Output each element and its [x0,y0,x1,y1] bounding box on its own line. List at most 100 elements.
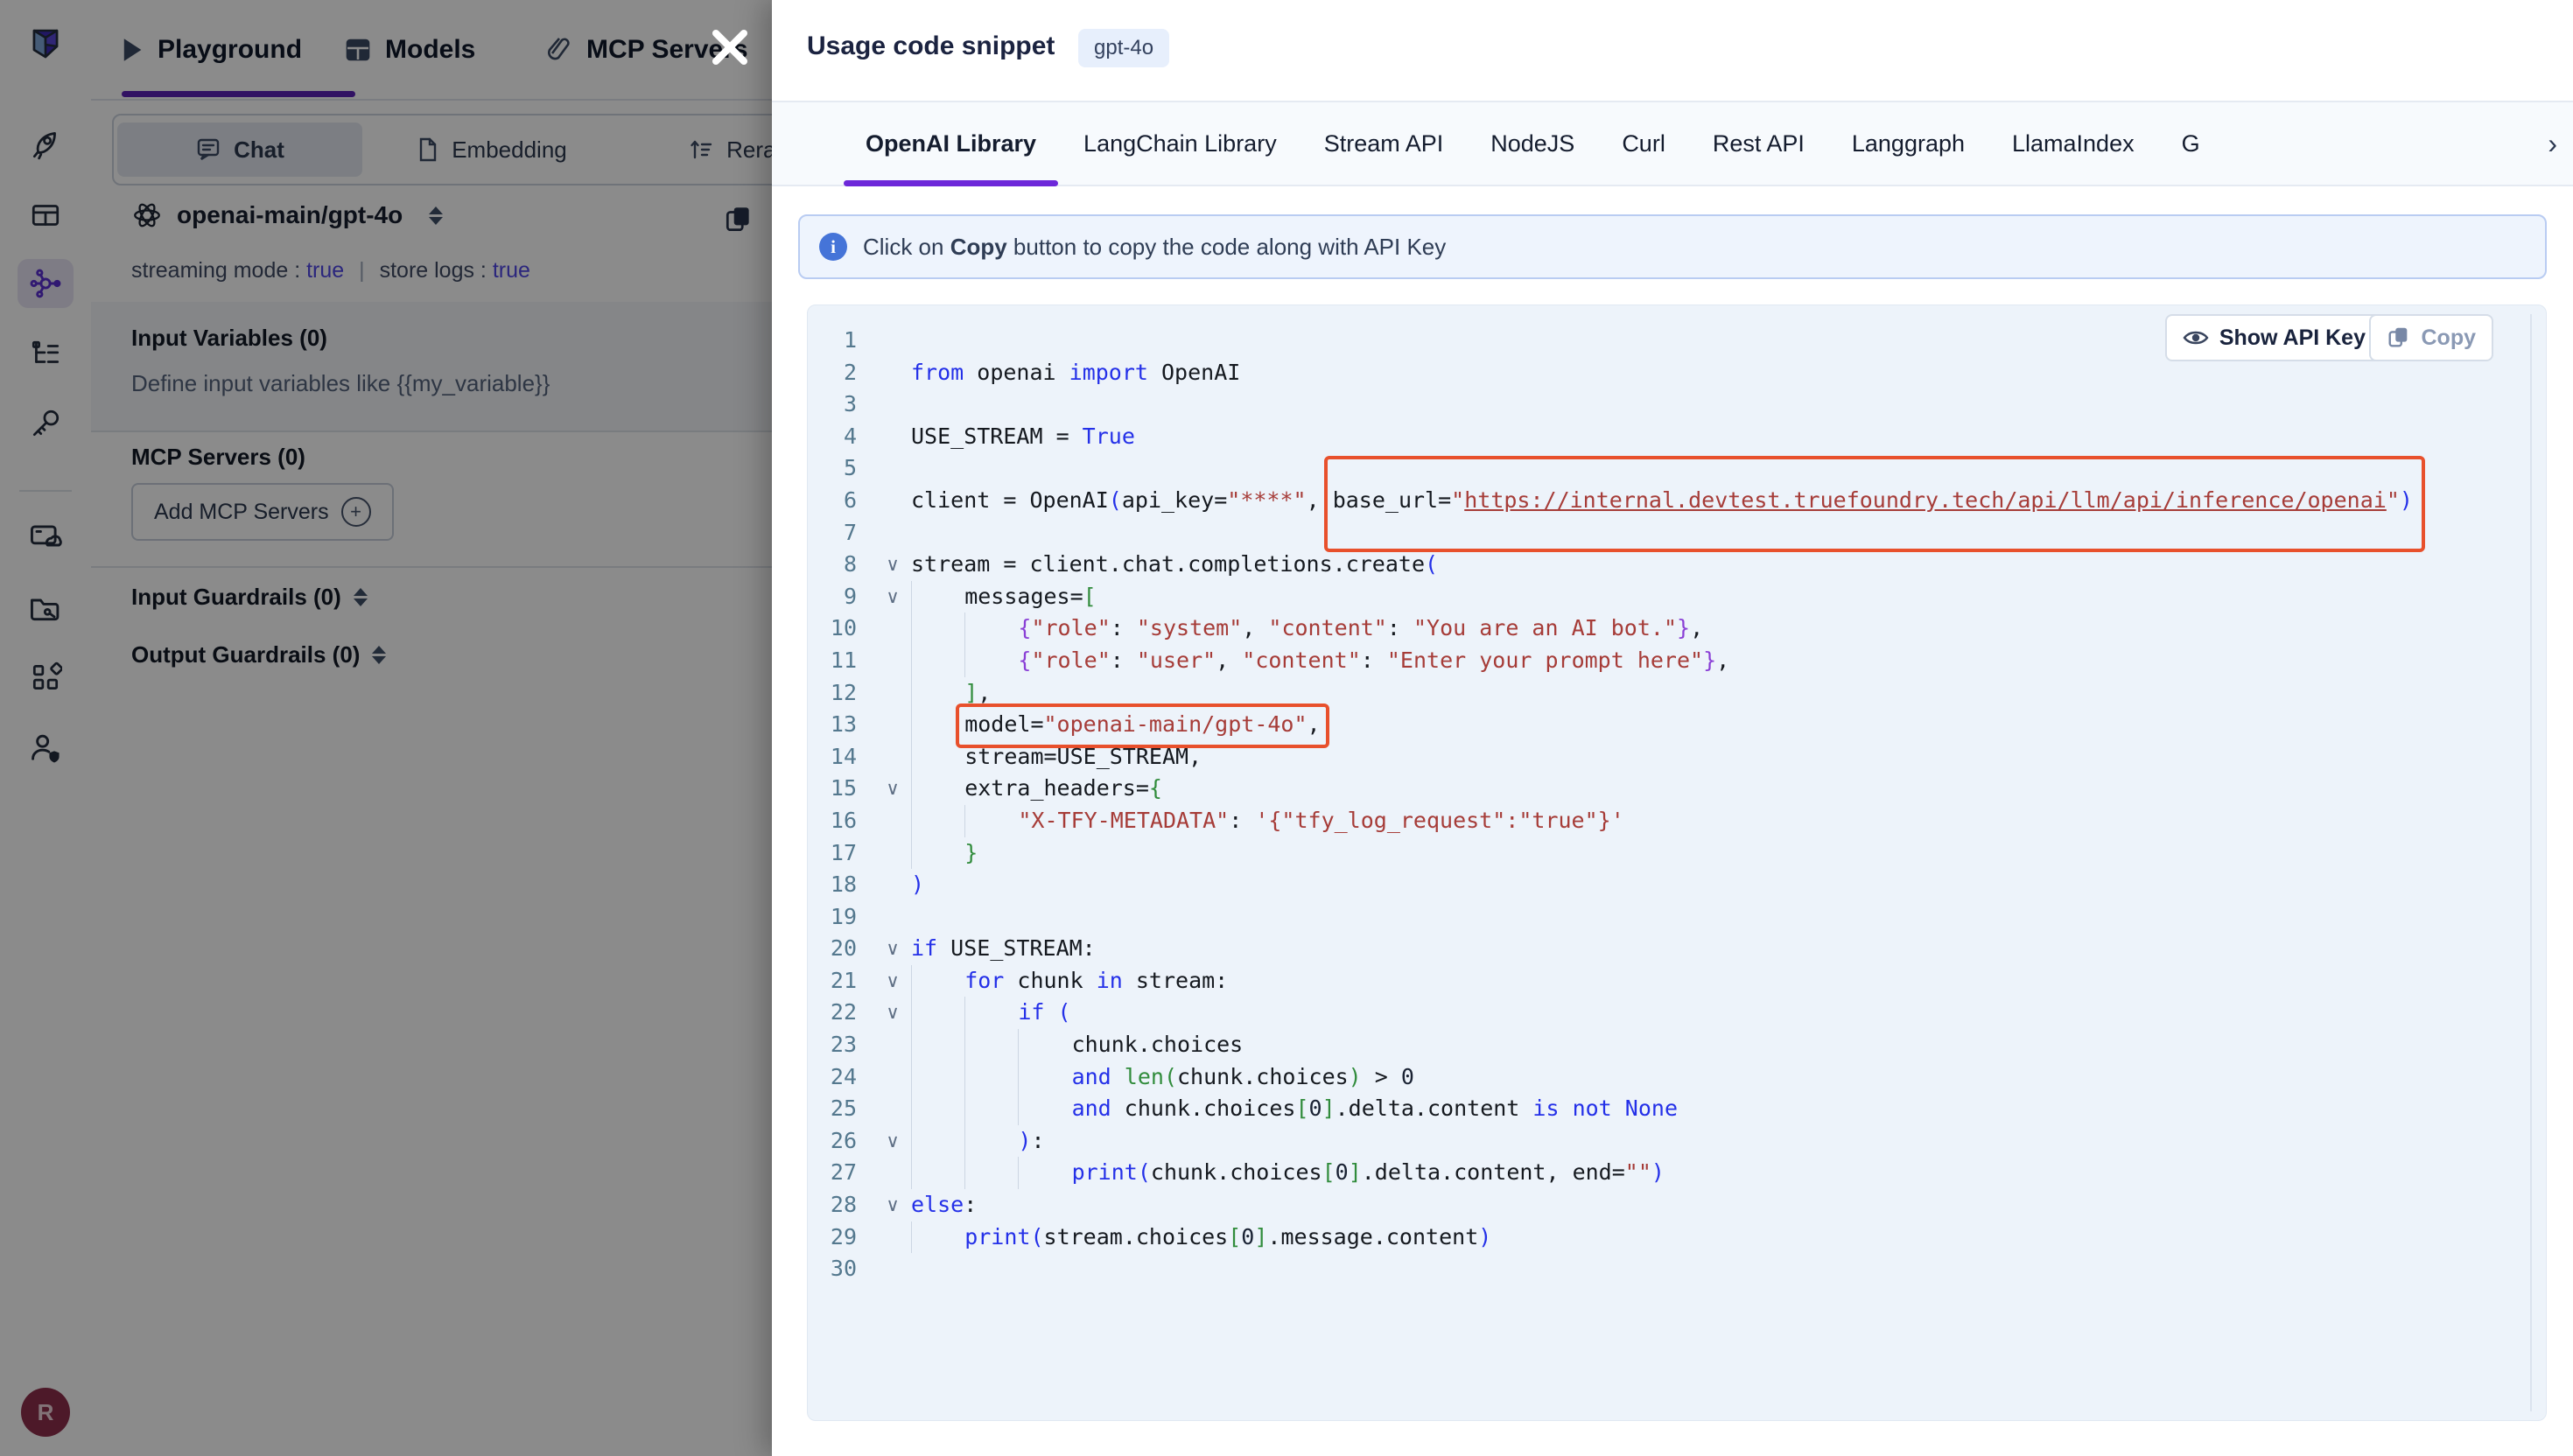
line-number: 8 [808,549,874,581]
fold-spacer [874,709,911,741]
fold-spacer [874,1061,911,1094]
code-tab-g[interactable]: G [2158,102,2224,185]
code-tab-stream-api[interactable]: Stream API [1301,102,1468,185]
code-line: 12], [808,677,2523,710]
indent-guide [911,773,964,805]
line-number: 4 [808,421,874,453]
info-banner: i Click on Copy button to copy the code … [798,214,2547,279]
code-line: 23chunk.choices [808,1029,2523,1061]
indent-guide [1018,1029,1071,1061]
code-line: 4USE_STREAM = True [808,421,2523,453]
code-line: 15∨extra_headers={ [808,773,2523,805]
fold-spacer [874,1222,911,1254]
code-line: 25and chunk.choices[0].delta.content is … [808,1093,2523,1125]
fold-chevron-icon[interactable]: ∨ [874,773,911,805]
line-number: 26 [808,1125,874,1158]
line-number: 29 [808,1222,874,1254]
code-line: 2from openai import OpenAI [808,357,2523,389]
code-line: 18) [808,869,2523,901]
line-number: 27 [808,1157,874,1189]
indent-guide [911,741,964,774]
info-icon: i [819,233,847,261]
fold-chevron-icon[interactable]: ∨ [874,965,911,998]
line-number: 3 [808,388,874,421]
indent-guide [964,1093,1018,1125]
code-line: 13 model="openai-main/gpt-4o", [808,709,2523,741]
fold-spacer [874,485,911,517]
fold-spacer [874,645,911,677]
line-number: 12 [808,677,874,710]
line-number: 13 [808,709,874,741]
code-line: 11{"role": "user", "content": "Enter you… [808,645,2523,677]
indent-guide [964,997,1018,1029]
tabs-scroll-right-icon[interactable]: › [2548,101,2557,186]
line-number: 17 [808,837,874,870]
indent-guide [964,1061,1018,1094]
code-line: 6client = OpenAI(api_key="****", base_ur… [808,485,2523,517]
line-number: 28 [808,1189,874,1222]
indent-guide [911,1093,964,1125]
fold-spacer [874,1093,911,1125]
code-line: 19 [808,901,2523,934]
code-line: 7 [808,517,2523,550]
code-scrollbar[interactable] [2530,314,2532,1411]
indent-guide [1018,1157,1071,1189]
fold-chevron-icon[interactable]: ∨ [874,1189,911,1222]
code-line: 29print(stream.choices[0].message.conten… [808,1222,2523,1254]
close-modal-icon[interactable] [707,24,753,70]
code-line: 16"X-TFY-METADATA": '{"tfy_log_request":… [808,805,2523,837]
code-tab-nodejs[interactable]: NodeJS [1467,102,1598,185]
line-number: 19 [808,901,874,934]
code-tab-openai-library[interactable]: OpenAI Library [842,102,1060,185]
code-tab-langgraph[interactable]: Langgraph [1828,102,1988,185]
fold-spacer [874,805,911,837]
fold-chevron-icon[interactable]: ∨ [874,933,911,965]
fold-spacer [874,612,911,645]
fold-spacer [874,741,911,774]
indent-guide [911,1157,964,1189]
fold-spacer [874,1157,911,1189]
indent-guide [911,965,964,998]
indent-guide [911,645,964,677]
indent-guide [1018,1093,1071,1125]
code-line: 5 [808,452,2523,485]
indent-guide [964,612,1018,645]
code-tab-curl[interactable]: Curl [1598,102,1689,185]
code-line: 30 [808,1253,2523,1285]
code-library-tabs: OpenAI LibraryLangChain LibraryStream AP… [772,101,2573,186]
screen: R Playground Models MCP Servers Chat Emb… [0,0,2573,1456]
indent-guide [911,997,964,1029]
code-tab-llamaindex[interactable]: LlamaIndex [1988,102,2158,185]
fold-spacer [874,1253,911,1285]
fold-chevron-icon[interactable]: ∨ [874,581,911,613]
indent-guide [964,805,1018,837]
fold-spacer [874,677,911,710]
line-number: 30 [808,1253,874,1285]
indent-guide [911,1029,964,1061]
fold-chevron-icon[interactable]: ∨ [874,997,911,1029]
line-number: 21 [808,965,874,998]
indent-guide [911,837,964,870]
indent-guide [911,677,964,710]
fold-spacer [874,325,911,357]
line-number: 10 [808,612,874,645]
line-number: 14 [808,741,874,774]
line-number: 2 [808,357,874,389]
fold-spacer [874,421,911,453]
fold-spacer [874,517,911,550]
code-line: 8∨stream = client.chat.completions.creat… [808,549,2523,581]
banner-text: Click on Copy button to copy the code al… [863,234,1446,261]
fold-spacer [874,452,911,485]
code-lines: 12from openai import OpenAI34USE_STREAM … [808,325,2523,1285]
fold-chevron-icon[interactable]: ∨ [874,549,911,581]
code-line: 3 [808,388,2523,421]
code-line: 17} [808,837,2523,870]
line-number: 23 [808,1029,874,1061]
code-tab-langchain-library[interactable]: LangChain Library [1060,102,1301,185]
code-tab-rest-api[interactable]: Rest API [1689,102,1828,185]
line-number: 15 [808,773,874,805]
indent-guide [911,1125,964,1158]
highlight-box: model="openai-main/gpt-4o", [964,709,1320,741]
fold-spacer [874,1029,911,1061]
fold-chevron-icon[interactable]: ∨ [874,1125,911,1158]
